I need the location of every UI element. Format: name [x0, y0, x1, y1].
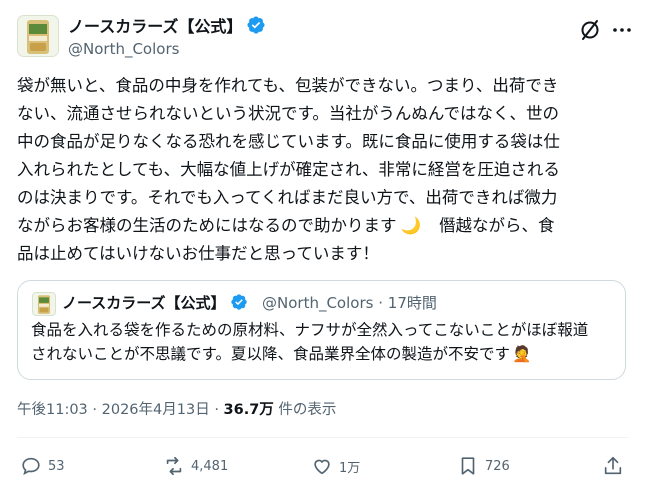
view-count-label: 件の表示: [278, 402, 337, 418]
verified-badge-icon: [247, 16, 265, 34]
quoted-tweet-line-text: されないことが不思議です。夏以降、食品業界全体の製造が不安です: [31, 345, 510, 363]
share-icon: [604, 456, 622, 475]
quoted-author-avatar: [32, 292, 56, 316]
tweet-line-text: ながらお客様の生活のためにはなるので助かります: [17, 216, 397, 235]
verified-badge-icon: [230, 294, 247, 310]
meta-separator: ·: [92, 402, 98, 418]
repost-count: 4,481: [191, 458, 229, 474]
tweet-text: 袋が無いと、食品の中身を作れても、包装ができない。つまり、出荷でき ない、流通さ…: [17, 72, 629, 268]
heart-icon: [314, 459, 330, 475]
tweet-line-tail: 僭越ながら、食: [439, 216, 555, 235]
tweet-meta: 午後11:03 · 2026年4月13日 · 36.7万 件の表示: [17, 400, 336, 420]
quoted-author-name-text: ノースカラーズ【公式】: [62, 294, 226, 312]
quoted-author-handle: @North_Colors: [262, 294, 374, 312]
tweet-time[interactable]: 午後11:03: [17, 402, 88, 418]
quoted-tweet-text: 食品を入れる袋を作るための原材料、ナフサが全然入ってこないことがほぼ報道 されな…: [31, 318, 616, 366]
repost-button[interactable]: 4,481: [163, 454, 228, 478]
tweet-line: 品は止めてはいけないお仕事だと思っています！: [17, 244, 379, 263]
more-options-icon[interactable]: [610, 18, 634, 42]
grok-icon[interactable]: [578, 18, 602, 42]
quoted-tweet-time: 17時間: [387, 294, 437, 312]
meta-separator: ·: [378, 294, 383, 312]
quoted-tweet-meta: @North_Colors · 17時間: [262, 293, 437, 313]
divider: [17, 437, 628, 438]
author-handle[interactable]: @North_Colors: [68, 39, 179, 59]
author-name[interactable]: ノースカラーズ【公式】: [68, 15, 266, 38]
meta-separator: ·: [214, 402, 219, 418]
tweet-line: 入れられたとしても、大幅な値上げが確定され、非常に経営を圧迫される: [17, 160, 560, 179]
quoted-author-name: ノースカラーズ【公式】: [62, 293, 248, 313]
reply-icon: [22, 457, 40, 475]
reply-count: 53: [48, 458, 65, 474]
tweet-date[interactable]: 2026年4月13日: [102, 402, 210, 418]
bookmark-button[interactable]: 726: [457, 454, 510, 478]
author-avatar[interactable]: [17, 15, 59, 57]
product-package-avatar-icon: [33, 293, 55, 315]
moon-emoji: 🌙: [400, 216, 422, 235]
facepalm-emoji: 🤦: [511, 345, 532, 363]
quoted-tweet-line: 食品を入れる袋を作るための原材料、ナフサが全然入ってこないことがほぼ報道: [31, 321, 589, 339]
tweet-line: 袋が無いと、食品の中身を作れても、包装ができない。つまり、出荷でき: [17, 76, 559, 95]
quoted-tweet-line: されないことが不思議です。夏以降、食品業界全体の製造が不安です 🤦: [31, 342, 616, 366]
bookmark-count: 726: [485, 458, 510, 474]
share-button[interactable]: [602, 454, 624, 478]
author-name-text: ノースカラーズ【公式】: [68, 17, 243, 36]
tweet-line: 中の食品が足りなくなる恐れを感じています。既に食品に使用する袋は仕: [17, 132, 560, 151]
repost-icon: [166, 456, 182, 476]
reply-button[interactable]: 53: [20, 454, 65, 478]
tweet-line: ながらお客様の生活のためにはなるので助かります 🌙 僭越ながら、食: [17, 212, 629, 240]
tweet-line: のは決まりです。それでも入ってくればまだ良い方で、出荷できれば微力: [17, 188, 558, 207]
view-count: 36.7万: [223, 402, 274, 418]
tweet-line: ない、流通させられないという状況です。当社がうんぬんではなく、世の: [17, 104, 560, 123]
like-button[interactable]: 1万: [311, 454, 360, 478]
product-package-avatar-icon: [18, 16, 58, 56]
bookmark-icon: [461, 457, 475, 475]
like-count: 1万: [339, 460, 361, 476]
